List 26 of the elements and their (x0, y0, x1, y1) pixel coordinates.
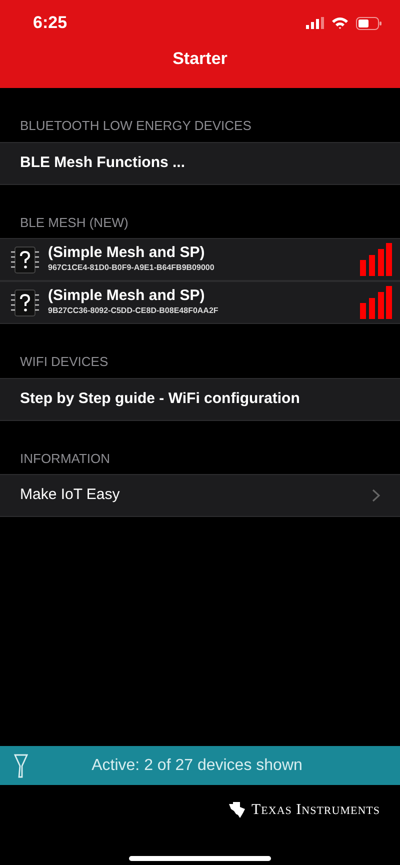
signal-icon (306, 17, 324, 29)
section-header: BLUETOOTH LOW ENERGY DEVICES (19, 117, 252, 135)
list-item[interactable]: Step by Step guide - WiFi configuration (0, 378, 400, 420)
logo-icon (228, 801, 246, 820)
chip-icon (10, 244, 40, 274)
brand-name: Texas Instruments (252, 801, 380, 820)
wifi-icon (332, 17, 348, 29)
device-name: (Simple Mesh and SP) (48, 288, 206, 305)
section-header: BLE MESH (NEW) (19, 214, 130, 232)
device-id: 9B27CC36-8092-C5DD-CE8D-B08E48F0AA2F (48, 304, 220, 317)
signal-strength-icon (360, 286, 392, 319)
status-time: 6:25 (33, 12, 68, 34)
list-item[interactable]: BLE Mesh Functions ... (0, 142, 400, 184)
filter-icon[interactable] (14, 754, 28, 778)
section-header: WIFI DEVICES (19, 353, 110, 371)
list-item[interactable]: Make IoT Easy (0, 474, 400, 517)
device-name: (Simple Mesh and SP) (48, 245, 206, 262)
filter-status: Active: 2 of 27 devices shown (90, 756, 304, 776)
signal-strength-icon (360, 243, 392, 276)
home-indicator[interactable] (129, 856, 271, 860)
device-id: 967C1CE4-81D0-B0F9-A9E1-B64FB9B09000 (48, 262, 216, 274)
chip-icon (10, 288, 40, 318)
battery-icon (356, 16, 382, 30)
nav-title: Starter (172, 48, 228, 70)
section-header: INFORMATION (19, 450, 112, 468)
chevron-icon (372, 489, 380, 502)
